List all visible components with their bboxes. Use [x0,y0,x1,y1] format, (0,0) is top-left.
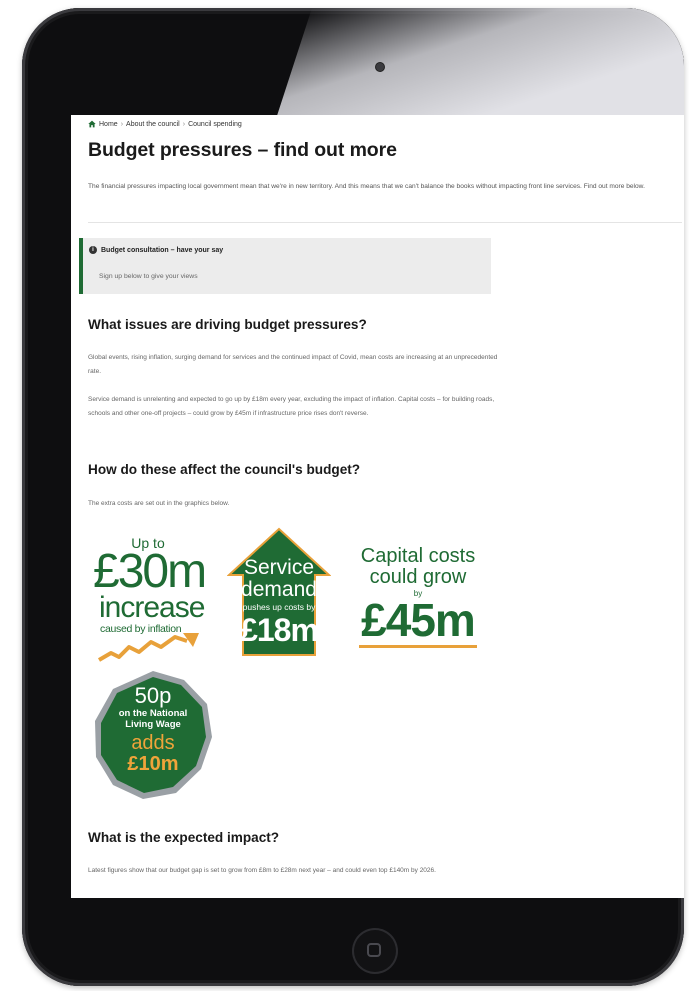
breadcrumb-spending-link[interactable]: Council spending [188,121,242,128]
impact-heading: What is the expected impact? [88,830,280,845]
tablet-frame: Home › About the council › Council spend… [22,8,684,986]
breadcrumb-separator: › [182,120,186,128]
divider [88,222,682,223]
impact-paragraph: Latest figures show that our budget gap … [88,867,436,874]
inflation-label: increase [99,591,205,624]
home-icon[interactable] [88,120,96,128]
service-demand-graphic: Service demand pushes up costs by £18m [227,527,331,657]
service-amount: £18m [240,612,319,648]
issues-paragraph-2: Service demand is unrelenting and expect… [88,396,495,417]
home-button[interactable] [352,928,398,974]
living-wage-graphic: 50p on the National Living Wage adds £10… [91,669,215,801]
consultation-notice[interactable]: i Budget consultation – have your say Si… [79,238,491,294]
breadcrumb: Home › About the council › Council spend… [88,120,242,128]
info-icon: i [89,246,97,254]
service-caption: pushes up costs by [242,602,316,612]
capital-amount: £45m [361,594,476,646]
service-line2: demand [241,578,317,601]
notice-title: i Budget consultation – have your say [89,246,223,254]
wage-amount: 50p [134,683,172,708]
issues-paragraph-1: Global events, rising inflation, surging… [88,354,498,375]
breadcrumb-home-link[interactable]: Home [99,121,118,128]
affect-heading: How do these affect the council's budget… [88,462,361,477]
affect-paragraph: The extra costs are set out in the graph… [88,500,230,507]
capital-line1: Capital costs [360,545,476,567]
web-page: Home › About the council › Council spend… [71,115,684,898]
screen-glare [276,8,684,118]
intro-text: The financial pressures impacting local … [88,183,645,190]
inflation-graphic: Up to £30m increase caused by inflation [89,535,207,663]
capital-costs-graphic: Capital costs could grow by £45m [354,545,482,655]
wage-adds: adds [131,732,175,754]
home-button-icon [367,943,381,957]
inflation-amount: £30m [93,545,207,598]
service-line1: Service [243,556,315,579]
wage-line1: on the National [118,708,188,719]
notice-title-text: Budget consultation – have your say [101,246,224,254]
breadcrumb-about-link[interactable]: About the council [126,121,180,128]
notice-text: Sign up below to give your views [99,273,198,280]
issues-heading: What issues are driving budget pressures… [88,317,367,332]
camera-icon [376,63,384,71]
breadcrumb-separator: › [120,120,124,128]
wage-total: £10m [127,753,179,775]
wage-line2: Living Wage [125,719,181,730]
page-title: Budget pressures – find out more [88,139,397,161]
capital-underline [359,645,477,648]
rising-arrow-icon [97,633,199,662]
capital-line2: could grow [369,566,467,588]
